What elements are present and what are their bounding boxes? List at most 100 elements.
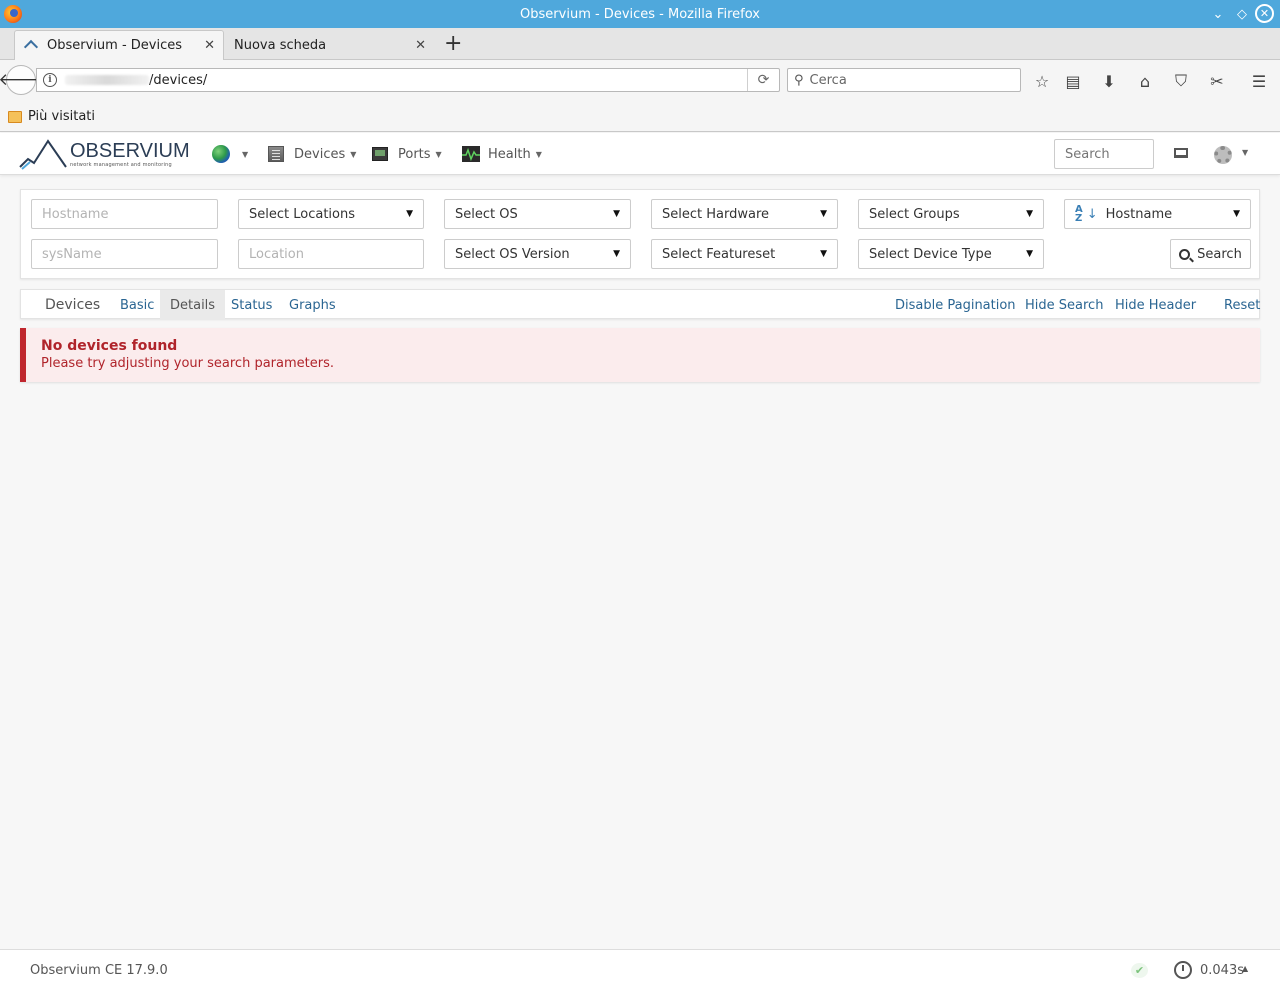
hostname-input[interactable] (31, 199, 218, 229)
select-groups-label: Select Groups (869, 206, 960, 222)
sort-arrow-icon: ↓ (1086, 206, 1098, 222)
navigation-bar: 🡐 i /devices/ ⟳ ⚲ Cerca ☆ ▤ ⬇ ⌂ ⛉ ✂ ☰ (0, 60, 1280, 102)
caret-down-icon: ▼ (613, 249, 620, 259)
select-os-version-label: Select OS Version (455, 246, 570, 262)
extension-icon[interactable]: ✂ (1206, 70, 1228, 92)
runtime-text[interactable]: 0.043s (1200, 963, 1244, 978)
select-os-version-dropdown[interactable]: Select OS Version ▼ (444, 239, 631, 269)
search-button[interactable]: Search (1170, 239, 1251, 269)
reset-link[interactable]: Reset (1214, 290, 1270, 320)
observium-logo[interactable]: OBSERVIUM network management and monitor… (18, 137, 190, 173)
sort-by-value: AZ ↓ Hostname (1075, 204, 1173, 224)
alert-message: Please try adjusting your search paramet… (41, 356, 334, 371)
url-host-blurred (65, 75, 149, 85)
caret-down-icon: ▼ (1233, 209, 1240, 219)
caret-down-icon: ▼ (613, 209, 620, 219)
reload-icon[interactable]: ⟳ (747, 69, 779, 91)
home-icon[interactable]: ⌂ (1134, 70, 1156, 92)
back-button[interactable]: 🡐 (0, 65, 44, 95)
devices-menu[interactable]: Devices ▼ (268, 133, 356, 175)
ports-menu-label: Ports (398, 146, 431, 162)
logo-tagline: network management and monitoring (70, 162, 172, 168)
select-hardware-label: Select Hardware (662, 206, 770, 222)
tab-new-tab[interactable]: Nuova scheda ✕ (224, 30, 434, 60)
tab-label: Observium - Devices (47, 38, 182, 53)
search-icon (1179, 248, 1191, 260)
select-hardware-dropdown[interactable]: Select Hardware ▼ (651, 199, 838, 229)
check-icon: ✔ (1131, 963, 1148, 978)
tab-label: Nuova scheda (234, 37, 327, 53)
minimize-icon[interactable]: ⌄ (1208, 4, 1228, 24)
pocket-icon[interactable]: ⛉ (1170, 70, 1192, 92)
sort-alpha-icon: AZ (1075, 204, 1083, 224)
laptop-icon[interactable] (1174, 148, 1188, 158)
hide-header-link[interactable]: Hide Header (1105, 290, 1206, 320)
close-window-icon[interactable]: ✕ (1255, 4, 1274, 23)
observium-favicon-icon (25, 41, 39, 51)
location-input[interactable] (238, 239, 424, 269)
sort-by-label: Hostname (1105, 206, 1173, 222)
url-path: /devices/ (149, 72, 208, 88)
logo-wordmark: OBSERVIUM (70, 140, 190, 162)
select-os-label: Select OS (455, 206, 518, 222)
window-titlebar: Observium - Devices - Mozilla Firefox ⌄ … (0, 0, 1280, 28)
health-menu-label: Health (488, 146, 531, 162)
select-groups-dropdown[interactable]: Select Groups ▼ (858, 199, 1044, 229)
health-menu[interactable]: Health ▼ (462, 133, 542, 175)
url-bar[interactable]: i /devices/ ⟳ (36, 68, 780, 92)
sysname-input[interactable] (31, 239, 218, 269)
select-os-dropdown[interactable]: Select OS ▼ (444, 199, 631, 229)
select-locations-dropdown[interactable]: Select Locations ▼ (238, 199, 424, 229)
hide-search-link[interactable]: Hide Search (1015, 290, 1113, 320)
caret-down-icon[interactable]: ▼ (1242, 148, 1248, 157)
version-text: Observium CE 17.9.0 (30, 963, 168, 978)
bookmark-star-icon[interactable]: ☆ (1031, 70, 1053, 92)
page-footer: Observium CE 17.9.0 ✔ 0.043s ▲ (0, 949, 1280, 990)
subnav-title: Devices (45, 297, 101, 313)
hamburger-menu-icon[interactable]: ☰ (1248, 70, 1270, 92)
tab-observium-devices[interactable]: Observium - Devices ✕ (14, 30, 224, 60)
no-devices-alert: No devices found Please try adjusting yo… (20, 328, 1260, 382)
close-tab-icon[interactable]: ✕ (415, 38, 426, 53)
view-status-link[interactable]: Status (221, 290, 282, 320)
maximize-icon[interactable]: ◇ (1232, 4, 1252, 24)
view-details-link[interactable]: Details (160, 290, 226, 320)
disable-pagination-link[interactable]: Disable Pagination (885, 290, 1026, 320)
clock-icon (1174, 961, 1192, 979)
window-title: Observium - Devices - Mozilla Firefox (520, 6, 760, 22)
globe-icon (212, 145, 230, 163)
caret-down-icon: ▼ (535, 149, 542, 159)
reading-list-icon[interactable]: ▤ (1062, 70, 1084, 92)
search-icon: ⚲ (794, 72, 804, 88)
select-device-type-label: Select Device Type (869, 246, 992, 262)
select-device-type-dropdown[interactable]: Select Device Type ▼ (858, 239, 1044, 269)
caret-down-icon: ▼ (350, 149, 357, 159)
view-basic-link[interactable]: Basic (110, 290, 164, 320)
firefox-logo-icon (4, 5, 22, 23)
caret-down-icon: ▼ (820, 249, 827, 259)
caret-down-icon: ▼ (435, 149, 442, 159)
devices-server-icon (268, 146, 284, 162)
caret-down-icon: ▼ (406, 209, 413, 219)
download-icon[interactable]: ⬇ (1098, 70, 1120, 92)
search-button-label: Search (1197, 246, 1242, 262)
site-info-icon[interactable]: i (43, 73, 57, 87)
browser-search-input[interactable]: ⚲ Cerca (787, 68, 1021, 92)
devices-menu-label: Devices (294, 146, 346, 162)
caret-up-icon[interactable]: ▲ (1242, 964, 1248, 973)
globe-menu[interactable]: ▼ (212, 133, 248, 175)
sort-by-dropdown[interactable]: AZ ↓ Hostname ▼ (1064, 199, 1251, 229)
close-tab-icon[interactable]: ✕ (204, 38, 215, 53)
browser-search-placeholder: Cerca (809, 72, 847, 88)
bookmark-most-visited[interactable]: Più visitati (28, 109, 95, 124)
alert-title: No devices found (41, 338, 178, 354)
view-graphs-link[interactable]: Graphs (279, 290, 346, 320)
new-tab-icon[interactable]: + (444, 32, 462, 56)
caret-down-icon: ▼ (820, 209, 827, 219)
ports-menu[interactable]: Ports ▼ (372, 133, 442, 175)
devices-subnav: Devices Basic Details Status Graphs Disa… (20, 289, 1260, 320)
select-featureset-dropdown[interactable]: Select Featureset ▼ (651, 239, 838, 269)
gear-icon[interactable] (1214, 146, 1232, 164)
mountain-logo-icon (19, 139, 67, 170)
global-search-input[interactable] (1054, 139, 1154, 169)
